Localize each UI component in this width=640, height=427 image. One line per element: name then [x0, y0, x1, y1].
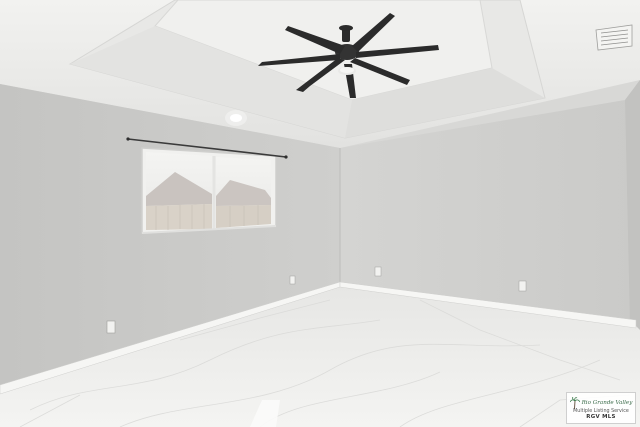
watermark-top-row: Rio Grande Valley	[569, 396, 633, 409]
mls-watermark: Rio Grande Valley Multiple Listing Servi…	[566, 392, 636, 424]
outlet-right-1	[374, 266, 382, 277]
watermark-mls: RGV MLS	[586, 413, 616, 420]
palm-tree-icon	[569, 396, 580, 409]
room-illustration	[0, 0, 640, 427]
watermark-brand: Rio Grande Valley	[581, 399, 633, 406]
window	[141, 147, 277, 234]
outlet-right-2	[518, 280, 527, 292]
room-photo: Rio Grande Valley Multiple Listing Servi…	[0, 0, 640, 427]
outlet-mid	[289, 275, 296, 285]
outlet-left	[106, 320, 116, 334]
